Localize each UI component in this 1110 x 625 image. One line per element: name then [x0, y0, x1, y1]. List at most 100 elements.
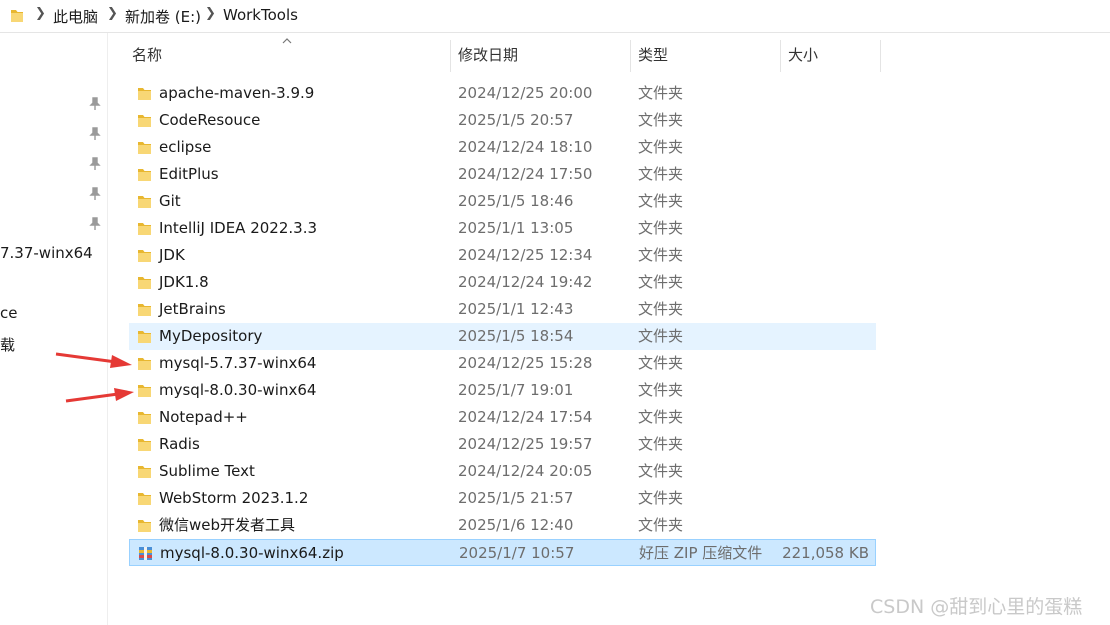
- nav-item-partial[interactable]: ce: [0, 304, 17, 322]
- nav-item-downloads[interactable]: 载: [0, 334, 15, 355]
- breadcrumb-worktools[interactable]: WorkTools: [223, 6, 298, 24]
- file-type: 文件夹: [638, 489, 684, 507]
- chevron-right-icon[interactable]: ❯: [35, 6, 46, 21]
- column-name[interactable]: 名称: [132, 34, 162, 76]
- file-date: 2025/1/7 10:57: [459, 544, 575, 562]
- folder-icon: [138, 250, 151, 262]
- file-row[interactable]: MyDepository 2025/1/5 18:54 文件夹: [129, 323, 876, 350]
- column-type[interactable]: 类型: [638, 34, 668, 76]
- file-name: EditPlus: [159, 165, 219, 183]
- nav-item-mysql-57[interactable]: 7.37-winx64: [0, 244, 93, 262]
- file-type: 文件夹: [638, 354, 684, 372]
- folder-icon: [138, 466, 151, 478]
- file-name: Radis: [159, 435, 200, 453]
- file-date: 2024/12/24 17:50: [458, 165, 593, 183]
- file-name: JDK: [159, 246, 185, 264]
- file-row[interactable]: Git 2025/1/5 18:46 文件夹: [129, 188, 876, 215]
- column-divider[interactable]: [880, 40, 881, 72]
- column-divider[interactable]: [630, 40, 631, 72]
- file-row[interactable]: mysql-8.0.30-winx64 2025/1/7 19:01 文件夹: [129, 377, 876, 404]
- folder-icon: [11, 10, 23, 22]
- file-type: 文件夹: [638, 111, 684, 129]
- file-row[interactable]: eclipse 2024/12/24 18:10 文件夹: [129, 134, 876, 161]
- file-name: mysql-8.0.30-winx64: [159, 381, 317, 399]
- file-row[interactable]: Notepad++ 2024/12/24 17:54 文件夹: [129, 404, 876, 431]
- file-type: 文件夹: [638, 435, 684, 453]
- file-date: 2025/1/5 20:57: [458, 111, 574, 129]
- folder-icon: [138, 304, 151, 316]
- column-size[interactable]: 大小: [788, 34, 818, 76]
- folder-icon: [138, 277, 151, 289]
- file-row[interactable]: IntelliJ IDEA 2022.3.3 2025/1/1 13:05 文件夹: [129, 215, 876, 242]
- file-date: 2024/12/24 19:42: [458, 273, 593, 291]
- pin-icon[interactable]: [89, 97, 101, 111]
- folder-icon: [138, 385, 151, 397]
- file-date: 2024/12/25 15:28: [458, 354, 593, 372]
- file-name: mysql-5.7.37-winx64: [159, 354, 317, 372]
- file-date: 2024/12/25 12:34: [458, 246, 593, 264]
- file-row[interactable]: apache-maven-3.9.9 2024/12/25 20:00 文件夹: [129, 80, 876, 107]
- folder-icon: [138, 439, 151, 451]
- file-row[interactable]: 微信web开发者工具 2025/1/6 12:40 文件夹: [129, 512, 876, 539]
- file-type: 好压 ZIP 压缩文件: [639, 544, 763, 562]
- file-name: 微信web开发者工具: [159, 516, 296, 534]
- file-date: 2025/1/1 13:05: [458, 219, 574, 237]
- file-row[interactable]: mysql-8.0.30-winx64.zip 2025/1/7 10:57 好压 …: [129, 539, 876, 566]
- file-name: IntelliJ IDEA 2022.3.3: [159, 219, 318, 237]
- pin-icon[interactable]: [89, 157, 101, 171]
- breadcrumb-drive[interactable]: 新加卷 (E:): [125, 6, 201, 27]
- breadcrumb-this-pc[interactable]: 此电脑: [53, 6, 98, 27]
- file-date: 2025/1/5 18:46: [458, 192, 574, 210]
- address-bar[interactable]: ❯ 此电脑 ❯ 新加卷 (E:) ❯ WorkTools: [0, 0, 1110, 33]
- file-date: 2024/12/25 19:57: [458, 435, 593, 453]
- file-date: 2025/1/6 12:40: [458, 516, 574, 534]
- file-type: 文件夹: [638, 300, 684, 318]
- file-row[interactable]: mysql-5.7.37-winx64 2024/12/25 15:28 文件夹: [129, 350, 876, 377]
- file-row[interactable]: Radis 2024/12/25 19:57 文件夹: [129, 431, 876, 458]
- folder-icon: [138, 196, 151, 208]
- file-name: JDK1.8: [159, 273, 209, 291]
- file-type: 文件夹: [638, 165, 684, 183]
- file-row[interactable]: WebStorm 2023.1.2 2025/1/5 21:57 文件夹: [129, 485, 876, 512]
- column-divider[interactable]: [450, 40, 451, 72]
- pin-icon[interactable]: [89, 187, 101, 201]
- file-row[interactable]: JDK 2024/12/25 12:34 文件夹: [129, 242, 876, 269]
- file-type: 文件夹: [638, 408, 684, 426]
- column-divider[interactable]: [780, 40, 781, 72]
- file-date: 2024/12/24 18:10: [458, 138, 593, 156]
- file-row[interactable]: CodeResouce 2025/1/5 20:57 文件夹: [129, 107, 876, 134]
- file-row[interactable]: JetBrains 2025/1/1 12:43 文件夹: [129, 296, 876, 323]
- pin-icon[interactable]: [89, 127, 101, 141]
- file-date: 2024/12/25 20:00: [458, 84, 593, 102]
- zip-archive-icon: [139, 547, 152, 560]
- file-name: apache-maven-3.9.9: [159, 84, 315, 102]
- navigation-pane: 7.37-winx64 ce 载: [0, 33, 108, 625]
- sort-ascending-icon: [282, 38, 292, 44]
- file-size: 221,058 KB: [782, 544, 869, 562]
- file-type: 文件夹: [638, 138, 684, 156]
- file-type: 文件夹: [638, 192, 684, 210]
- file-date: 2024/12/24 20:05: [458, 462, 593, 480]
- file-row[interactable]: JDK1.8 2024/12/24 19:42 文件夹: [129, 269, 876, 296]
- annotation-arrow-icon: [65, 388, 134, 403]
- folder-icon: [138, 223, 151, 235]
- folder-icon: [138, 88, 151, 100]
- file-name: WebStorm 2023.1.2: [159, 489, 309, 507]
- column-header: 名称 修改日期 类型 大小: [108, 34, 1110, 76]
- file-date: 2025/1/1 12:43: [458, 300, 574, 318]
- folder-icon: [138, 358, 151, 370]
- file-row[interactable]: Sublime Text 2024/12/24 20:05 文件夹: [129, 458, 876, 485]
- folder-icon: [138, 115, 151, 127]
- pin-icon[interactable]: [89, 217, 101, 231]
- file-type: 文件夹: [638, 273, 684, 291]
- file-row[interactable]: EditPlus 2024/12/24 17:50 文件夹: [129, 161, 876, 188]
- column-date[interactable]: 修改日期: [458, 34, 518, 76]
- chevron-right-icon[interactable]: ❯: [205, 6, 216, 21]
- file-name: Sublime Text: [159, 462, 255, 480]
- chevron-right-icon[interactable]: ❯: [107, 6, 118, 21]
- file-type: 文件夹: [638, 516, 684, 534]
- file-name: JetBrains: [159, 300, 226, 318]
- watermark: CSDN @甜到心里的蛋糕: [870, 596, 1083, 618]
- file-name: Git: [159, 192, 181, 210]
- annotation-arrow-icon: [55, 352, 132, 368]
